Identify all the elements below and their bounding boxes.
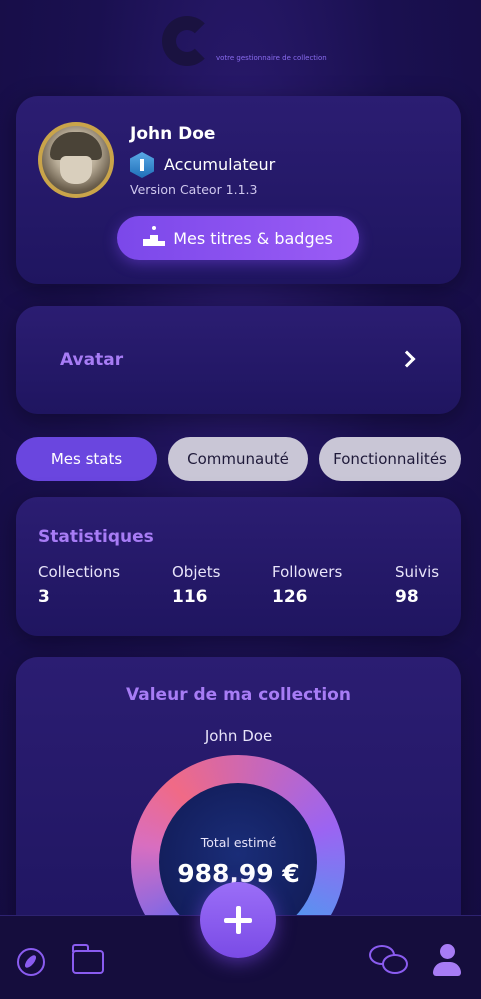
rank-hexagon-icon xyxy=(130,152,154,178)
stat-label: Followers xyxy=(272,563,343,581)
tab-my-stats[interactable]: Mes stats xyxy=(16,437,157,481)
avatar-card-label: Avatar xyxy=(60,350,124,370)
stat-objects: Objets 116 xyxy=(172,563,220,607)
stat-followers: Followers 126 xyxy=(272,563,342,607)
podium-icon xyxy=(143,226,166,246)
profile-card: John Doe Accumulateur Version Cateor 1.1… xyxy=(16,96,461,284)
avatar[interactable] xyxy=(38,122,114,198)
tab-community[interactable]: Communauté xyxy=(168,437,308,481)
compass-icon[interactable] xyxy=(17,948,45,976)
avatar-image xyxy=(42,126,110,194)
stat-value: 98 xyxy=(395,587,419,607)
avatar-settings-card[interactable]: Avatar xyxy=(16,306,461,414)
chevron-right-icon xyxy=(398,350,416,368)
avatar-face xyxy=(60,156,92,184)
rank-label: Accumulateur xyxy=(164,155,276,174)
collection-owner: John Doe xyxy=(204,727,273,745)
logo-mark xyxy=(162,16,212,66)
app-logo: votre gestionnaire de collection xyxy=(160,14,330,74)
titles-badges-label: Mes titres & badges xyxy=(173,228,333,248)
stat-collections: Collections 3 xyxy=(38,563,120,607)
tab-features[interactable]: Fonctionnalités xyxy=(319,437,461,481)
logo-subtitle: votre gestionnaire de collection xyxy=(216,54,327,62)
app-version: Version Cateor 1.1.3 xyxy=(130,182,258,197)
chat-icon[interactable] xyxy=(369,945,411,979)
titles-badges-button[interactable]: Mes titres & badges xyxy=(117,216,359,260)
add-button[interactable] xyxy=(200,882,276,958)
folder-icon[interactable] xyxy=(71,944,104,974)
username: John Doe xyxy=(130,124,216,144)
stat-label: Suivis xyxy=(395,563,440,581)
statistics-card: Statistiques Collections 3 Objets 116 Fo… xyxy=(16,497,461,636)
stat-label: Collections xyxy=(38,563,121,581)
stat-following: Suivis 98 xyxy=(395,563,439,607)
stat-label: Objets xyxy=(172,563,221,581)
collection-value-title: Valeur de ma collection xyxy=(126,685,351,705)
statistics-title: Statistiques xyxy=(38,527,154,547)
stat-value: 116 xyxy=(172,587,208,607)
user-icon[interactable] xyxy=(432,944,462,978)
stat-value: 3 xyxy=(38,587,50,607)
total-estimated-label: Total estimé xyxy=(200,835,277,850)
stat-value: 126 xyxy=(272,587,308,607)
